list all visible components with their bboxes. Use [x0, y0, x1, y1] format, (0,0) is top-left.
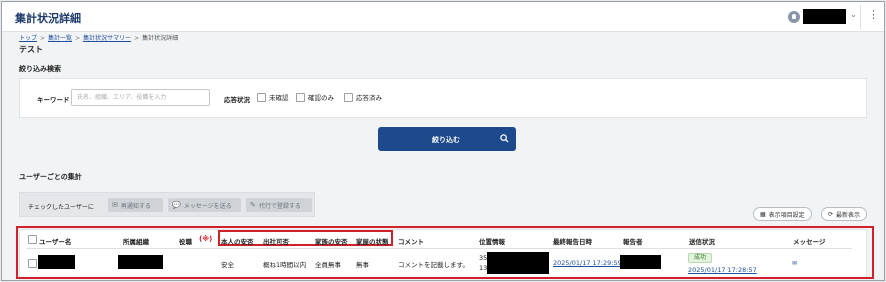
kebab-menu-icon[interactable]: ⋮	[868, 9, 879, 20]
bulk-action-bar: チェックしたユーザーに ✉ 再通知する 💬 メッセージを送る ✎ 代行で登録する	[19, 192, 315, 217]
cell-attendance: 概ね1時間以内	[263, 261, 307, 269]
row-checkbox[interactable]	[28, 259, 37, 268]
cell-house-status: 無事	[356, 261, 369, 269]
breadcrumb-separator: >	[134, 35, 140, 42]
status-badge: 成功	[688, 253, 713, 263]
filter-panel: キーワード 応答状況 未確認 確認のみ 応答済み	[19, 78, 867, 118]
cell-send-time-link[interactable]: 2025/01/17 17:28:57	[688, 266, 757, 274]
envelope-icon: ✉	[112, 201, 118, 209]
per-user-heading: ユーザーごとの集計	[19, 173, 82, 181]
breadcrumb-separator: >	[40, 35, 46, 42]
status-option-unconfirmed[interactable]: 未確認	[257, 92, 289, 102]
col-message[interactable]: メッセージ	[793, 236, 825, 246]
refresh-button[interactable]: ⟳ 最新表示	[821, 207, 868, 221]
reporter-redacted	[620, 255, 661, 269]
display-settings-label: 表示項目設定	[768, 211, 805, 219]
status-option-label: 応答済み	[356, 94, 382, 102]
col-family-safety[interactable]: 家族の安否	[315, 236, 348, 246]
divider	[860, 5, 861, 29]
col-last-report[interactable]: 最終報告日時	[553, 236, 592, 246]
col-attendance[interactable]: 出社可否	[263, 236, 289, 246]
col-user-name[interactable]: ユーザー名	[39, 236, 71, 246]
breadcrumb-current: 集計状況詳細	[142, 35, 179, 42]
select-all-checkbox[interactable]	[28, 235, 37, 244]
refresh-icon: ⟳	[828, 210, 834, 218]
search-button-label: 絞り込む	[432, 136, 460, 144]
org-redacted	[118, 255, 163, 269]
status-option-label: 確認のみ	[308, 94, 334, 102]
cell-last-report-link[interactable]: 2025/01/17 17:29:59	[553, 259, 622, 267]
send-message-button[interactable]: 💬 メッセージを送る	[168, 198, 241, 212]
refresh-label: 最新表示	[836, 211, 861, 219]
chat-icon: 💬	[172, 201, 181, 209]
page-title: テスト	[19, 45, 43, 54]
top-bar: 集計状況詳細 ⌄ ⋮	[2, 2, 884, 32]
user-name-redacted[interactable]	[38, 255, 75, 269]
checkbox[interactable]	[344, 92, 353, 102]
status-label: 応答状況	[224, 96, 250, 104]
status-option-confirmed[interactable]: 確認のみ	[296, 92, 334, 102]
col-position[interactable]: 役職	[179, 236, 192, 246]
envelope-icon[interactable]: ✉	[792, 260, 797, 267]
keyword-label: キーワード	[37, 96, 70, 104]
chevron-down-icon[interactable]: ⌄	[850, 10, 857, 19]
col-self-safety[interactable]: 本人の安否	[221, 236, 254, 246]
avatar[interactable]	[788, 11, 800, 23]
col-comment[interactable]: コメント	[398, 236, 424, 246]
keyword-input[interactable]	[71, 89, 210, 106]
person-edit-icon: ✎	[250, 201, 256, 209]
cell-self-safety: 安全	[221, 261, 234, 269]
breadcrumb: トップ > 集計一覧 > 集計状況サマリー > 集計状況詳細	[19, 33, 178, 42]
header-divider	[26, 248, 852, 249]
cell-family-safety: 全員無事	[315, 261, 341, 269]
col-house-status[interactable]: 家屋の状態	[356, 236, 389, 246]
col-reporter[interactable]: 報告者	[623, 236, 643, 246]
display-settings-button[interactable]: ▦ 表示項目設定	[753, 207, 812, 221]
user-name-redacted[interactable]	[803, 9, 846, 24]
status-option-label: 未確認	[269, 94, 289, 102]
send-message-label: メッセージを送る	[183, 202, 232, 210]
search-icon	[500, 134, 509, 143]
checked-users-label: チェックしたユーザーに	[28, 204, 94, 211]
col-location[interactable]: 位置情報	[479, 236, 505, 246]
location-redacted	[487, 252, 549, 274]
proxy-register-button[interactable]: ✎ 代行で登録する	[246, 198, 312, 212]
filter-heading: 絞り込み検索	[19, 65, 61, 73]
breadcrumb-list[interactable]: 集計一覧	[48, 35, 72, 42]
checkbox[interactable]	[296, 92, 305, 102]
app-title: 集計状況詳細	[15, 12, 81, 25]
app-frame: 集計状況詳細 ⌄ ⋮ トップ > 集計一覧 > 集計状況サマリー > 集計状況詳細 テスト …	[1, 1, 885, 281]
breadcrumb-summary[interactable]: 集計状況サマリー	[83, 35, 131, 42]
col-org[interactable]: 所属組織	[123, 236, 149, 246]
header-note-mark: (※)	[199, 235, 213, 243]
checkbox[interactable]	[257, 92, 266, 102]
breadcrumb-top[interactable]: トップ	[19, 35, 37, 42]
breadcrumb-separator: >	[75, 35, 81, 42]
search-button[interactable]: 絞り込む	[378, 127, 516, 151]
status-option-answered[interactable]: 応答済み	[344, 92, 382, 102]
col-send-status[interactable]: 送信状況	[689, 236, 715, 246]
proxy-register-label: 代行で登録する	[258, 202, 301, 210]
cell-comment: コメントを記載します。	[398, 261, 469, 269]
columns-icon: ▦	[760, 210, 766, 218]
renotify-button[interactable]: ✉ 再通知する	[108, 198, 163, 212]
renotify-label: 再通知する	[120, 202, 151, 210]
